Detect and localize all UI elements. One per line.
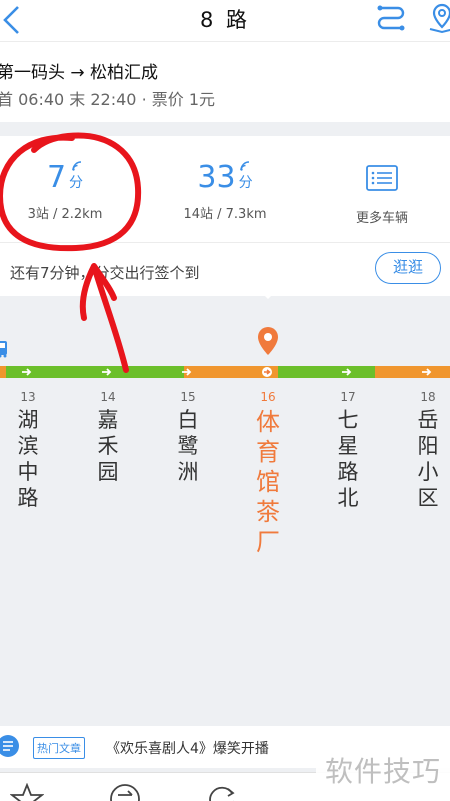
station-name: 湖滨中路 (17, 408, 39, 510)
station-name: 体育馆茶厂 (256, 408, 280, 556)
route-direction: 第一码头 → 松柏汇成 (0, 63, 159, 83)
route-schedule: 首 06:40 末 22:40 · 票价 1元 (0, 90, 216, 109)
station-item[interactable]: 14 嘉禾园 (93, 390, 123, 485)
more-vehicles-button[interactable]: 更多车辆 (336, 164, 428, 226)
station-number: 17 (340, 390, 356, 404)
realtime-signal-icon (72, 161, 82, 171)
station-item-current[interactable]: 16 体育馆茶厂 (253, 390, 283, 557)
article-headline[interactable]: 《欢乐喜剧人4》爆笑开播 (106, 738, 269, 758)
station-item[interactable]: 15 白鹭洲 (173, 390, 203, 485)
direction-arrow-icon (262, 367, 272, 377)
arrival-detail: 14站 / 7.3km (183, 207, 267, 222)
station-name: 白鹭洲 (177, 408, 199, 484)
watermark: 软件技巧 (316, 743, 450, 801)
direction-arrow-icon (22, 368, 32, 376)
arrival-unit: 分 (69, 175, 84, 191)
arrival-second[interactable]: 33 分 14站 / 7.3km (160, 160, 290, 222)
vehicle-list-icon (366, 165, 398, 191)
station-number: 15 (180, 390, 196, 404)
location-pin-icon (258, 327, 278, 355)
direction-arrow-icon (422, 368, 432, 376)
route-switch-icon[interactable] (374, 2, 408, 34)
arrival-detail: 3站 / 2.2km (27, 207, 103, 222)
bus-icon (0, 341, 7, 358)
station-number: 18 (420, 390, 436, 404)
direction-arrow-icon (182, 368, 192, 376)
traffic-line (0, 366, 450, 378)
current-station-pointer (259, 290, 277, 299)
station-number: 13 (20, 390, 36, 404)
direction-arrow-icon (102, 368, 112, 376)
exchange-icon[interactable] (108, 783, 142, 801)
traffic-segment (375, 366, 450, 378)
arrival-unit: 分 (238, 175, 253, 191)
station-item[interactable]: 18 岳阳小区 (413, 390, 443, 511)
stroll-button[interactable]: 逛逛 (375, 252, 441, 284)
map-pin-icon[interactable] (426, 2, 450, 34)
station-item[interactable]: 17 七星路北 (333, 390, 363, 511)
station-item[interactable]: 13 湖滨中路 (13, 390, 43, 511)
top-bar: 8 路 (0, 0, 450, 42)
checkin-notice: 还有7分钟，分交出行签个到 (10, 264, 200, 282)
refresh-icon[interactable] (206, 783, 240, 801)
station-name: 七星路北 (337, 408, 359, 510)
divider (0, 242, 450, 243)
traffic-segment (278, 366, 375, 378)
more-vehicles-label: 更多车辆 (355, 211, 408, 226)
article-icon (0, 735, 19, 757)
station-number: 16 (260, 390, 276, 404)
station-name: 嘉禾园 (97, 408, 119, 484)
hot-article-tag: 热门文章 (33, 737, 85, 759)
arrival-minutes: 7 (46, 160, 67, 195)
arrival-first[interactable]: 7分 3站 / 2.2km (0, 160, 130, 222)
arrival-card: 7分 3站 / 2.2km 33 分 14站 / 7.3km 更多车辆 还有7分钟… (0, 136, 450, 296)
station-number: 14 (100, 390, 116, 404)
realtime-signal-icon (240, 161, 250, 171)
direction-arrow-icon (342, 368, 352, 376)
star-icon[interactable] (10, 783, 44, 801)
route-line-map: 13 湖滨中路 14 嘉禾园 15 白鹭洲 16 体育馆茶厂 17 七星路北 1… (0, 300, 450, 720)
station-name: 岳阳小区 (417, 408, 439, 510)
route-info: 第一码头 → 松柏汇成 首 06:40 末 22:40 · 票价 1元 (0, 42, 450, 122)
arrival-minutes: 33 (197, 160, 236, 195)
